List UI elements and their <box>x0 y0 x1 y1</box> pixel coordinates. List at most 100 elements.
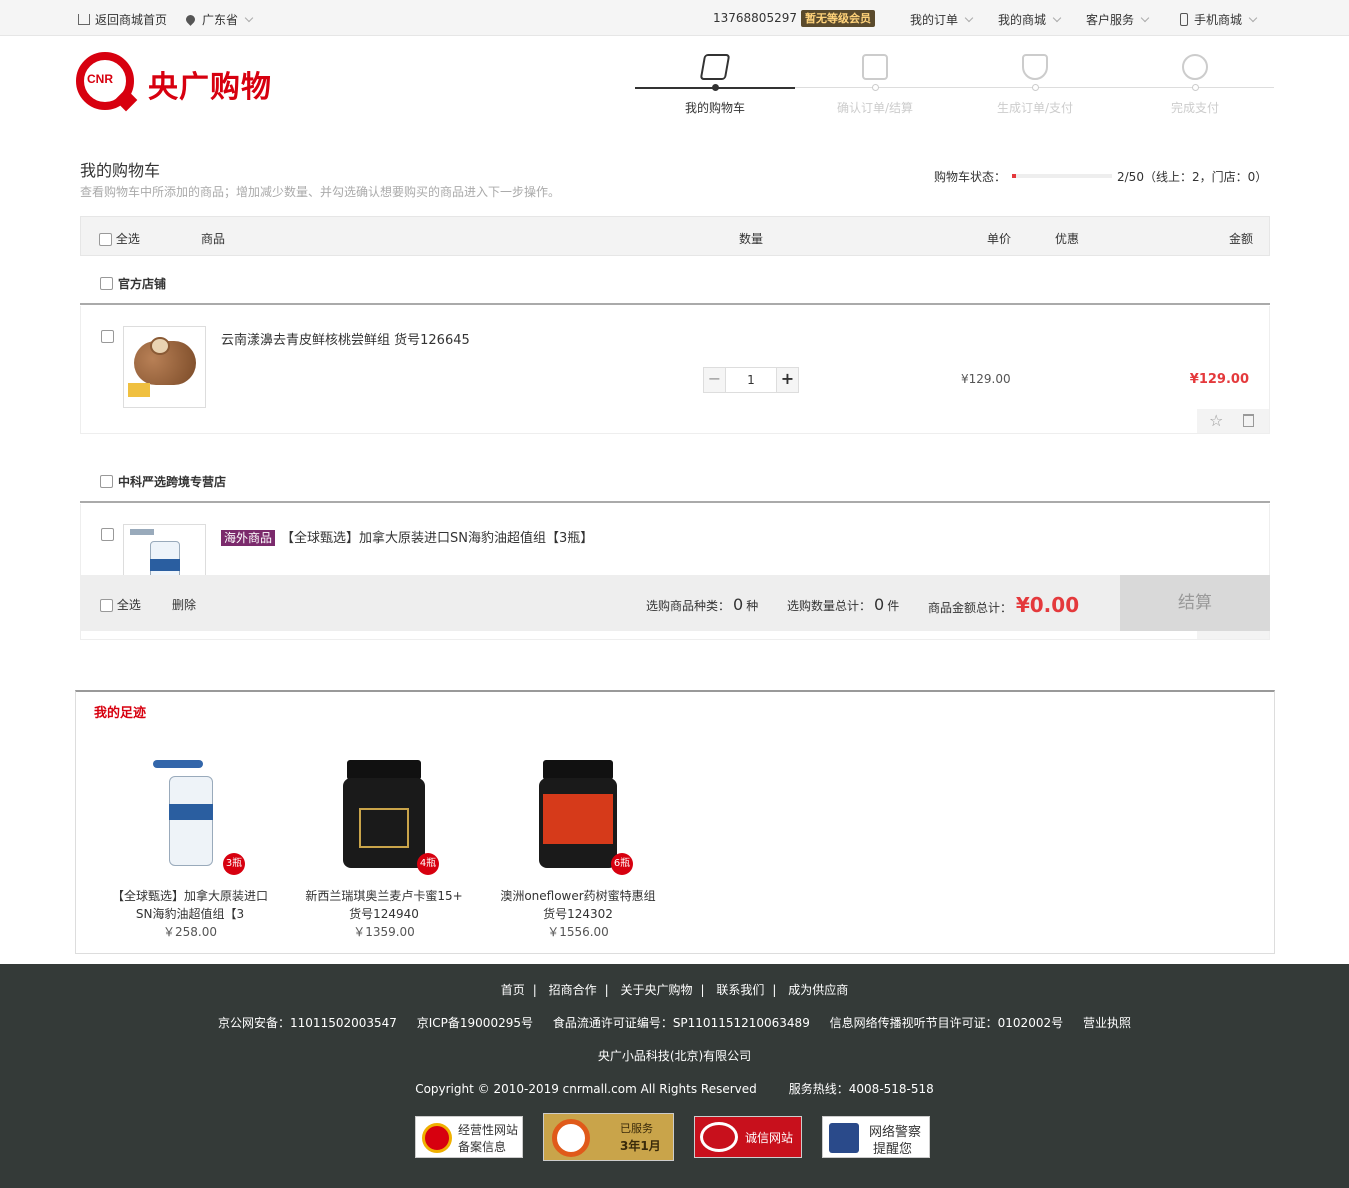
chevron-down-icon <box>964 13 974 23</box>
footer-links: 首页 | 招商合作 | 关于央广购物 | 联系我们 | 成为供应商 <box>500 983 849 997</box>
footprint-item[interactable]: 3瓶 【全球甄选】加拿大原装进口SN海豹油超值组【3 ￥258.00 <box>110 760 270 940</box>
product-image-walnut[interactable] <box>123 326 206 408</box>
footprint-item-price: ￥1556.00 <box>547 925 609 939</box>
badge-credit-site[interactable]: 诚信网站 <box>694 1116 802 1158</box>
license-icp[interactable]: 京ICP备19000295号 <box>417 1016 533 1030</box>
item-checkbox[interactable] <box>101 528 114 541</box>
unit-price: ¥129.00 <box>961 372 1011 386</box>
increase-button[interactable]: + <box>776 368 798 392</box>
step-dot <box>1032 84 1039 91</box>
footer-link-supplier[interactable]: 成为供应商 <box>788 983 848 997</box>
step-complete-label: 完成支付 <box>1170 101 1219 115</box>
mobile-mall-label: 手机商城 <box>1194 13 1243 27</box>
badge-service-years[interactable]: 已服务 3年1月 <box>543 1113 674 1161</box>
count-value: 0 <box>874 595 885 614</box>
home-icon <box>78 14 90 25</box>
badge-service-years-line2: 3年1月 <box>620 1139 661 1153</box>
footprint-item-name[interactable]: 【全球甄选】加拿大原装进口SN海豹油超值组【3 <box>110 887 270 923</box>
store-header: 中科严选跨境专营店 <box>80 455 1270 503</box>
my-orders-menu[interactable]: 我的订单 <box>910 11 974 28</box>
home-link[interactable]: 返回商城首页 <box>78 11 167 28</box>
quantity-input[interactable]: 1 <box>726 373 776 387</box>
step-cart: 我的购物车 <box>635 50 795 115</box>
store-header: 官方店铺 <box>80 257 1270 305</box>
checkout-button[interactable]: 结算 <box>1120 575 1270 631</box>
my-mall-menu[interactable]: 我的商城 <box>998 11 1062 28</box>
footprint-title: 我的足迹 <box>94 706 147 721</box>
col-unit-price: 单价 <box>987 232 1012 246</box>
license-police[interactable]: 京公网安备：11011502003547 <box>218 1016 397 1030</box>
vip-badge: 暂无等级会员 <box>800 10 875 27</box>
col-discount: 优惠 <box>1055 232 1080 246</box>
cart-item: 云南漾濞去青皮鲜核桃尝鲜组 货号126645 − 1 + ¥129.00 ¥12… <box>80 306 1270 434</box>
footer-link-business[interactable]: 招商合作 <box>549 983 597 997</box>
emblem-icon <box>422 1123 452 1153</box>
license-business[interactable]: 营业执照 <box>1083 1016 1131 1030</box>
delete-selected-button[interactable]: 删除 <box>172 596 196 613</box>
home-link-label: 返回商城首页 <box>95 13 168 27</box>
count-unit: 件 <box>887 599 900 613</box>
phone-icon <box>1180 13 1188 26</box>
step-pay: 生成订单/支付 <box>955 50 1115 115</box>
top-bar: 返回商城首页 广东省 13768805297 暂无等级会员 我的订单 我的商城 客… <box>0 0 1349 36</box>
badge-service-years-line1: 已服务 <box>620 1122 653 1135</box>
store-checkbox[interactable] <box>100 475 113 488</box>
count-summary: 选购数量总计： 0 件 <box>787 595 899 614</box>
mobile-mall-menu[interactable]: 手机商城 <box>1180 11 1258 28</box>
product-image-seal-oil[interactable]: 3瓶 <box>135 760 245 875</box>
store-checkbox[interactable] <box>100 277 113 290</box>
footer-company: 央广小品科技(北京)有限公司 <box>597 1049 752 1063</box>
checkout-bar: 全选 删除 选购商品种类： 0 种 选购数量总计： 0 件 商品金额总计： ¥0.00 … <box>80 575 1270 631</box>
badge-website-record[interactable]: 经营性网站 备案信息 <box>415 1116 523 1158</box>
footer-link-contact[interactable]: 联系我们 <box>716 983 764 997</box>
product-name[interactable]: 云南漾濞去青皮鲜核桃尝鲜组 货号126645 <box>221 329 470 348</box>
item-actions: ☆ <box>1197 409 1269 433</box>
chevron-down-icon <box>1052 13 1062 23</box>
select-all-checkbox[interactable] <box>99 233 112 246</box>
product-name[interactable]: 海外商品 【全球甄选】加拿大原装进口SN海豹油超值组【3瓶】 <box>221 527 593 546</box>
kinds-unit: 种 <box>746 599 759 613</box>
province-label: 广东省 <box>202 13 239 27</box>
credit-logo-icon <box>700 1122 738 1152</box>
my-mall-label: 我的商城 <box>998 13 1047 27</box>
cart-status-progress-fill <box>1012 174 1016 178</box>
total-label: 商品金额总计： <box>928 601 1013 615</box>
footer-link-about[interactable]: 关于央广购物 <box>620 983 692 997</box>
trash-icon[interactable] <box>1243 414 1254 427</box>
col-quantity: 数量 <box>739 232 764 246</box>
license-av: 信息网络传播视听节目许可证：0102002号 <box>829 1016 1064 1030</box>
decrease-button[interactable]: − <box>704 368 726 392</box>
star-icon[interactable]: ☆ <box>1209 411 1223 430</box>
chevron-down-icon <box>1248 13 1258 23</box>
col-product: 商品 <box>201 232 226 246</box>
customer-service-menu[interactable]: 客户服务 <box>1086 11 1150 28</box>
cart-status-progress <box>1012 174 1112 178</box>
cart-icon <box>699 54 731 80</box>
item-amount: ¥129.00 <box>1189 372 1249 387</box>
footprint-item-name[interactable]: 澳洲oneflower药树蜜特惠组 货号124302 <box>498 887 658 923</box>
select-all-checkbox[interactable] <box>100 599 113 612</box>
checkout-select-all[interactable]: 全选 <box>100 596 141 613</box>
footer-link-home[interactable]: 首页 <box>501 983 525 997</box>
footprint-item[interactable]: 4瓶 新西兰瑞琪奥兰麦卢卡蜜15+ 货号124940 ￥1359.00 <box>304 760 464 940</box>
item-checkbox[interactable] <box>101 330 114 343</box>
cart-status-text: 2/50（线上：2，门店：0） <box>1117 170 1268 184</box>
overseas-tag: 海外商品 <box>221 530 276 546</box>
kinds-label: 选购商品种类： <box>646 599 731 613</box>
footprint-item[interactable]: 6瓶 澳洲oneflower药树蜜特惠组 货号124302 ￥1556.00 <box>498 760 658 940</box>
quantity-stepper: − 1 + <box>703 367 799 393</box>
footprint-item-price: ￥1359.00 <box>353 925 415 939</box>
logo-badge-text: CNR <box>87 72 113 86</box>
step-dot <box>872 84 879 91</box>
footprint-item-name[interactable]: 新西兰瑞琪奥兰麦卢卡蜜15+ 货号124940 <box>304 887 464 923</box>
product-image-oneflower-honey[interactable]: 6瓶 <box>523 760 633 875</box>
product-image-manuka-honey[interactable]: 4瓶 <box>329 760 439 875</box>
province-select[interactable]: 广东省 <box>184 11 254 28</box>
logo-text: 央广购物 <box>148 70 272 105</box>
step-pay-label: 生成订单/支付 <box>996 101 1074 115</box>
badge-cyber-police[interactable]: 网络警察 提醒您 <box>822 1116 930 1158</box>
store-name: 中科严选跨境专营店 <box>118 475 227 489</box>
bottle-count-badge: 4瓶 <box>417 853 439 875</box>
chevron-down-icon <box>1140 13 1150 23</box>
select-all-header[interactable]: 全选 <box>99 230 140 247</box>
